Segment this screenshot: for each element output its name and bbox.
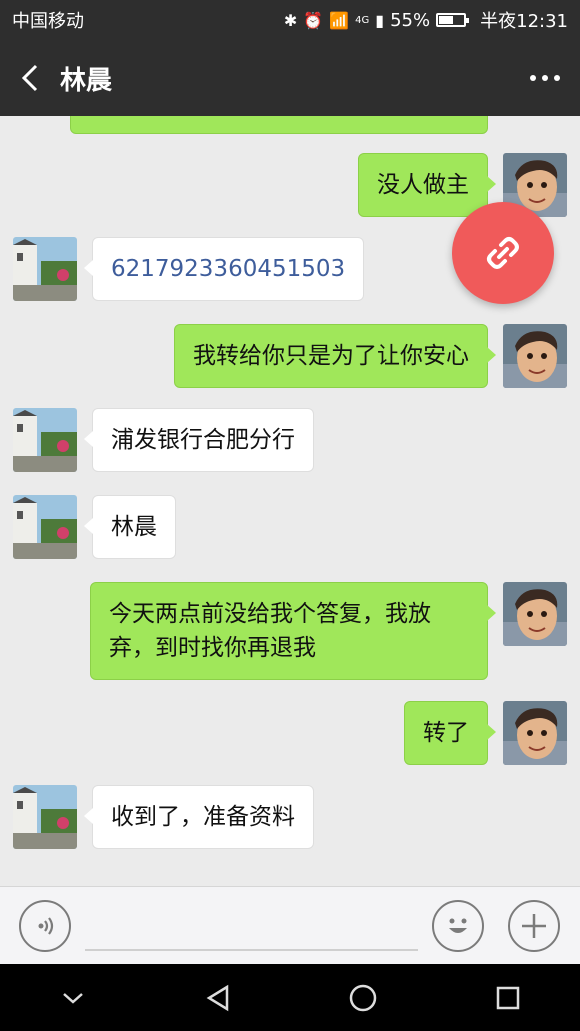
home-circle-icon[interactable]	[333, 968, 393, 1028]
avatar-self[interactable]	[503, 582, 567, 646]
message-bubble[interactable]: 浦发银行合肥分行	[84, 408, 314, 472]
alarm-icon: ⏰	[303, 10, 324, 30]
avatar-self[interactable]	[503, 324, 567, 388]
message-input[interactable]	[85, 909, 418, 951]
message-bubble[interactable]: 收到了，准备资料	[84, 785, 314, 849]
avatar-self[interactable]	[503, 701, 567, 765]
chevron-down-icon[interactable]	[43, 968, 103, 1028]
message-bubble[interactable]: 我转给你只是为了让你安心	[174, 324, 496, 388]
signal-icon: ▮	[375, 10, 385, 30]
network-type: 4G	[355, 14, 370, 26]
chat-header: 林晨	[0, 40, 580, 116]
smiley-icon[interactable]	[432, 900, 484, 952]
message-bubble[interactable]: 转了	[404, 701, 496, 765]
message-bubble[interactable]: 林晨	[84, 495, 176, 559]
message-bubble[interactable]: 6217923360451503	[83, 237, 365, 301]
link-icon[interactable]	[452, 202, 554, 304]
avatar-contact[interactable]	[13, 408, 77, 472]
carrier-label: 中国移动	[12, 11, 84, 32]
clock: 半夜12:31	[480, 11, 568, 32]
battery-percent: 55%	[390, 9, 431, 31]
message-bubble-partial	[70, 116, 488, 134]
status-bar: 中国移动 ✱ ⏰ 📶 4G ▮ 55% 半夜12:31	[0, 0, 580, 40]
battery-icon	[436, 13, 470, 27]
avatar-contact[interactable]	[13, 785, 77, 849]
back-triangle-icon[interactable]	[188, 968, 248, 1028]
system-nav-bar	[0, 964, 580, 1031]
bluetooth-icon: ✱	[283, 10, 298, 30]
chevron-left-icon[interactable]	[0, 40, 60, 116]
more-dots-icon[interactable]	[510, 40, 580, 116]
status-icons: ✱ ⏰ 📶 4G ▮ 55% 半夜12:31	[284, 7, 568, 33]
plus-icon[interactable]	[508, 900, 560, 952]
page-title: 林晨	[60, 65, 113, 96]
voice-icon[interactable]	[19, 900, 71, 952]
wifi-icon: 📶	[329, 10, 350, 30]
avatar-contact[interactable]	[13, 495, 77, 559]
message-bubble[interactable]: 没人做主	[358, 153, 496, 217]
recents-square-icon[interactable]	[478, 968, 538, 1028]
avatar-contact[interactable]	[13, 237, 77, 301]
input-bar	[0, 886, 580, 964]
message-bubble[interactable]: 今天两点前没给我个答复，我放弃，到时找你再退我	[90, 582, 496, 680]
